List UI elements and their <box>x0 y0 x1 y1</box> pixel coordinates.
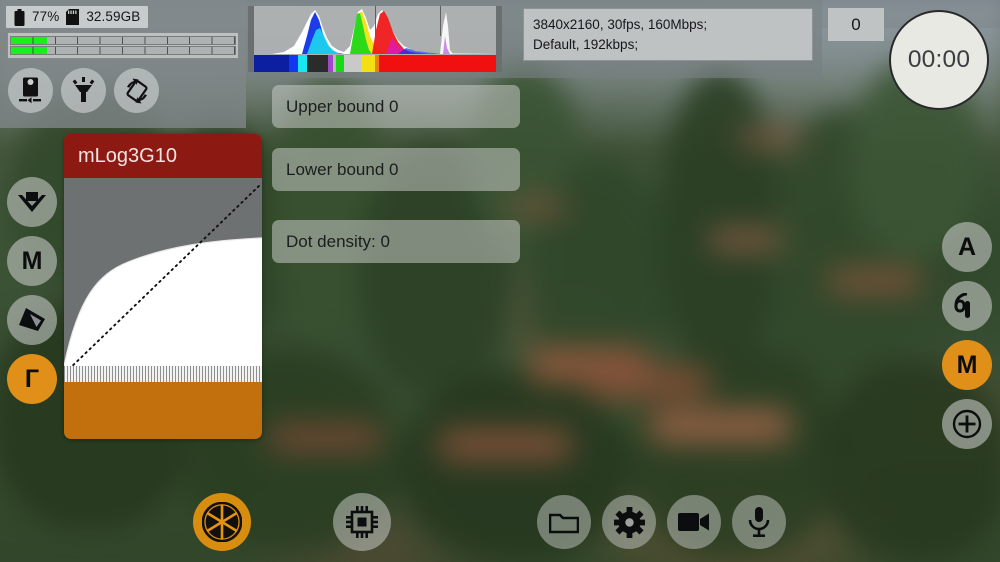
processor-button[interactable] <box>333 493 391 551</box>
status-pill: 77% 32.59GB <box>6 6 149 28</box>
manual-exposure-button[interactable]: M <box>942 340 992 390</box>
quick-toggle-row <box>8 68 159 113</box>
aperture-icon <box>202 502 242 542</box>
lower-bound-pill[interactable]: Lower bound 0 <box>272 148 520 191</box>
record-timer[interactable]: 00:00 <box>889 10 989 110</box>
video-camera-icon <box>678 513 709 531</box>
manual-mode-icon[interactable]: M <box>7 236 57 286</box>
manual-exposure-label: M <box>956 350 978 379</box>
gallery-button[interactable] <box>537 495 591 549</box>
tone-curve-plot <box>64 178 262 382</box>
tone-curve-graph <box>64 183 262 382</box>
bottom-action-group <box>537 495 786 549</box>
auto-mode-label: A <box>957 232 977 261</box>
tone-curve-panel[interactable]: mLog3G10 <box>64 134 262 439</box>
settings-button[interactable] <box>602 495 656 549</box>
right-control-rail: A M <box>942 222 992 449</box>
screen-rotation-icon[interactable] <box>114 68 159 113</box>
gear-icon <box>613 506 645 538</box>
folder-icon <box>549 513 579 534</box>
dot-density-pill[interactable]: Dot density: 0 <box>272 220 520 263</box>
left-control-rail: M Г <box>7 177 57 404</box>
tone-curve-ruler <box>64 366 262 382</box>
recording-info-panel[interactable]: 3840x2160, 30fps, 160Mbps; Default, 192k… <box>523 8 813 61</box>
level-meters <box>7 32 239 59</box>
audio-meter-left <box>10 36 236 45</box>
flashlight-icon[interactable] <box>61 68 106 113</box>
recording-info-line2: Default, 192kbps; <box>533 36 639 52</box>
gamma-curve-icon[interactable]: Г <box>7 354 57 404</box>
cpu-chip-icon <box>346 506 378 538</box>
rgb-histogram[interactable] <box>248 6 502 72</box>
storage-label: 32.59GB <box>86 9 141 25</box>
histogram-plot <box>254 6 496 54</box>
histogram-color-scale <box>254 55 496 72</box>
recording-info-line1: 3840x2160, 30fps, 160Mbps; <box>533 17 708 32</box>
battery-label: 77% <box>32 9 60 25</box>
auto-mode-button[interactable]: A <box>942 222 992 272</box>
exposure-zebra-icon[interactable] <box>7 177 57 227</box>
audio-meter-right <box>10 46 236 55</box>
gamma-curve-label: Г <box>24 364 40 393</box>
microphone-icon <box>748 507 770 537</box>
focus-peaking-icon[interactable] <box>7 295 57 345</box>
shutter-button[interactable] <box>193 493 251 551</box>
device-transfer-icon[interactable] <box>8 68 53 113</box>
video-mode-button[interactable] <box>667 495 721 549</box>
upper-bound-pill[interactable]: Upper bound 0 <box>272 85 520 128</box>
battery-icon <box>14 8 25 26</box>
add-option-button[interactable] <box>942 399 992 449</box>
audio-button[interactable] <box>732 495 786 549</box>
tone-curve-title: mLog3G10 <box>64 134 262 178</box>
audio-monitor-button[interactable] <box>942 281 992 331</box>
sdcard-icon <box>66 9 80 25</box>
manual-mode-label: M <box>21 246 43 275</box>
clip-counter: 0 <box>828 8 884 41</box>
camera-app-screen: 77% 32.59GB 3840x2160, 30fps, 160Mbps; D… <box>0 0 1000 562</box>
